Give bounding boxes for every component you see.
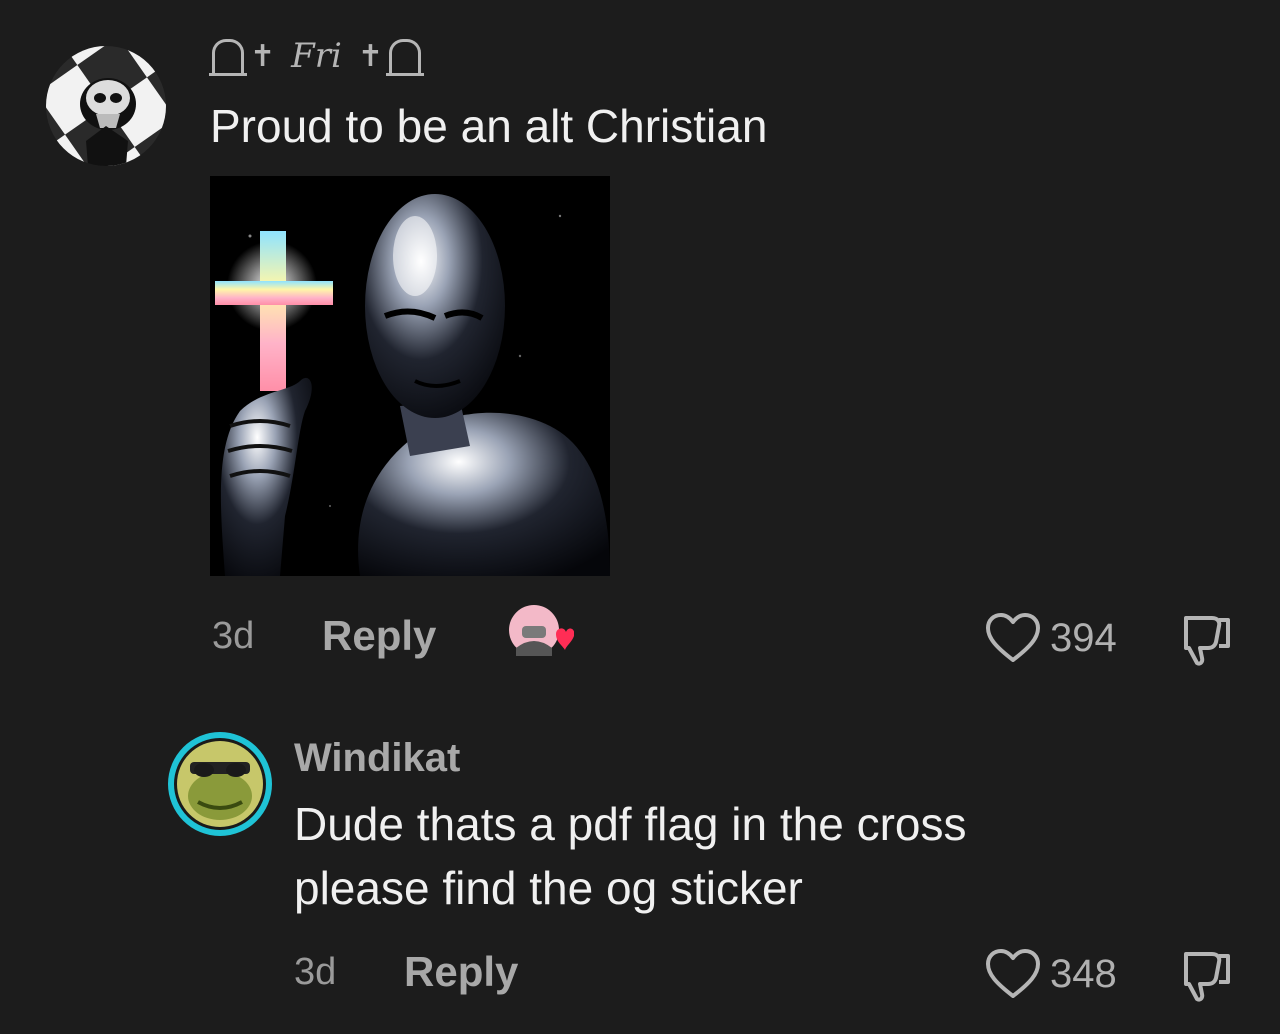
avatar-commenter-1[interactable] (46, 46, 166, 166)
thumbs-down-icon[interactable] (1178, 948, 1234, 1004)
comment-1: ✝ Fri ✝ Proud to be an alt Christian 3d … (0, 0, 1280, 690)
comment-1-dislike-button[interactable] (1178, 612, 1234, 673)
avatar-frog-image (168, 732, 272, 836)
comment-2-text-line-2: please find the og sticker (294, 862, 803, 914)
heart-outline-icon[interactable] (984, 948, 1042, 1000)
comment-2-username[interactable]: Windikat (294, 736, 460, 781)
comment-1-username[interactable]: ✝ Fri ✝ (209, 36, 424, 76)
comment-2-like-count: 348 (1050, 951, 1117, 996)
comment-2-dislike-button[interactable] (1178, 948, 1234, 1009)
comment-2-like-group[interactable]: 348 (984, 948, 1117, 1000)
chrome-figure-with-cross-image (210, 176, 610, 576)
comment-2-reply-button[interactable]: Reply (404, 948, 518, 996)
heart-outline-icon[interactable] (984, 612, 1042, 664)
tombstone-icon (209, 39, 247, 76)
cross-icon: ✝ (250, 38, 276, 74)
comment-2: Windikat Dude thats a pdf flag in the cr… (0, 690, 1280, 1034)
creator-avatar-heart-icon (509, 605, 575, 656)
username-label: Fri (291, 36, 342, 76)
tombstone-icon (386, 39, 424, 76)
avatar-skull-image (46, 46, 166, 166)
comment-1-like-group[interactable]: 394 (984, 612, 1117, 664)
liked-by-creator-badge (508, 604, 575, 660)
comment-2-timestamp: 3d (294, 951, 337, 993)
comment-1-sticker[interactable] (210, 176, 610, 576)
thumbs-down-icon[interactable] (1178, 612, 1234, 668)
avatar-commenter-2[interactable] (166, 730, 274, 838)
comment-1-timestamp: 3d (212, 615, 255, 657)
comment-1-like-count: 394 (1050, 615, 1117, 660)
comment-2-text-line-1: Dude thats a pdf flag in the cross (294, 798, 967, 850)
cross-icon: ✝ (357, 38, 383, 74)
comment-1-reply-button[interactable]: Reply (322, 612, 436, 660)
comment-1-text: Proud to be an alt Christian (210, 100, 768, 152)
